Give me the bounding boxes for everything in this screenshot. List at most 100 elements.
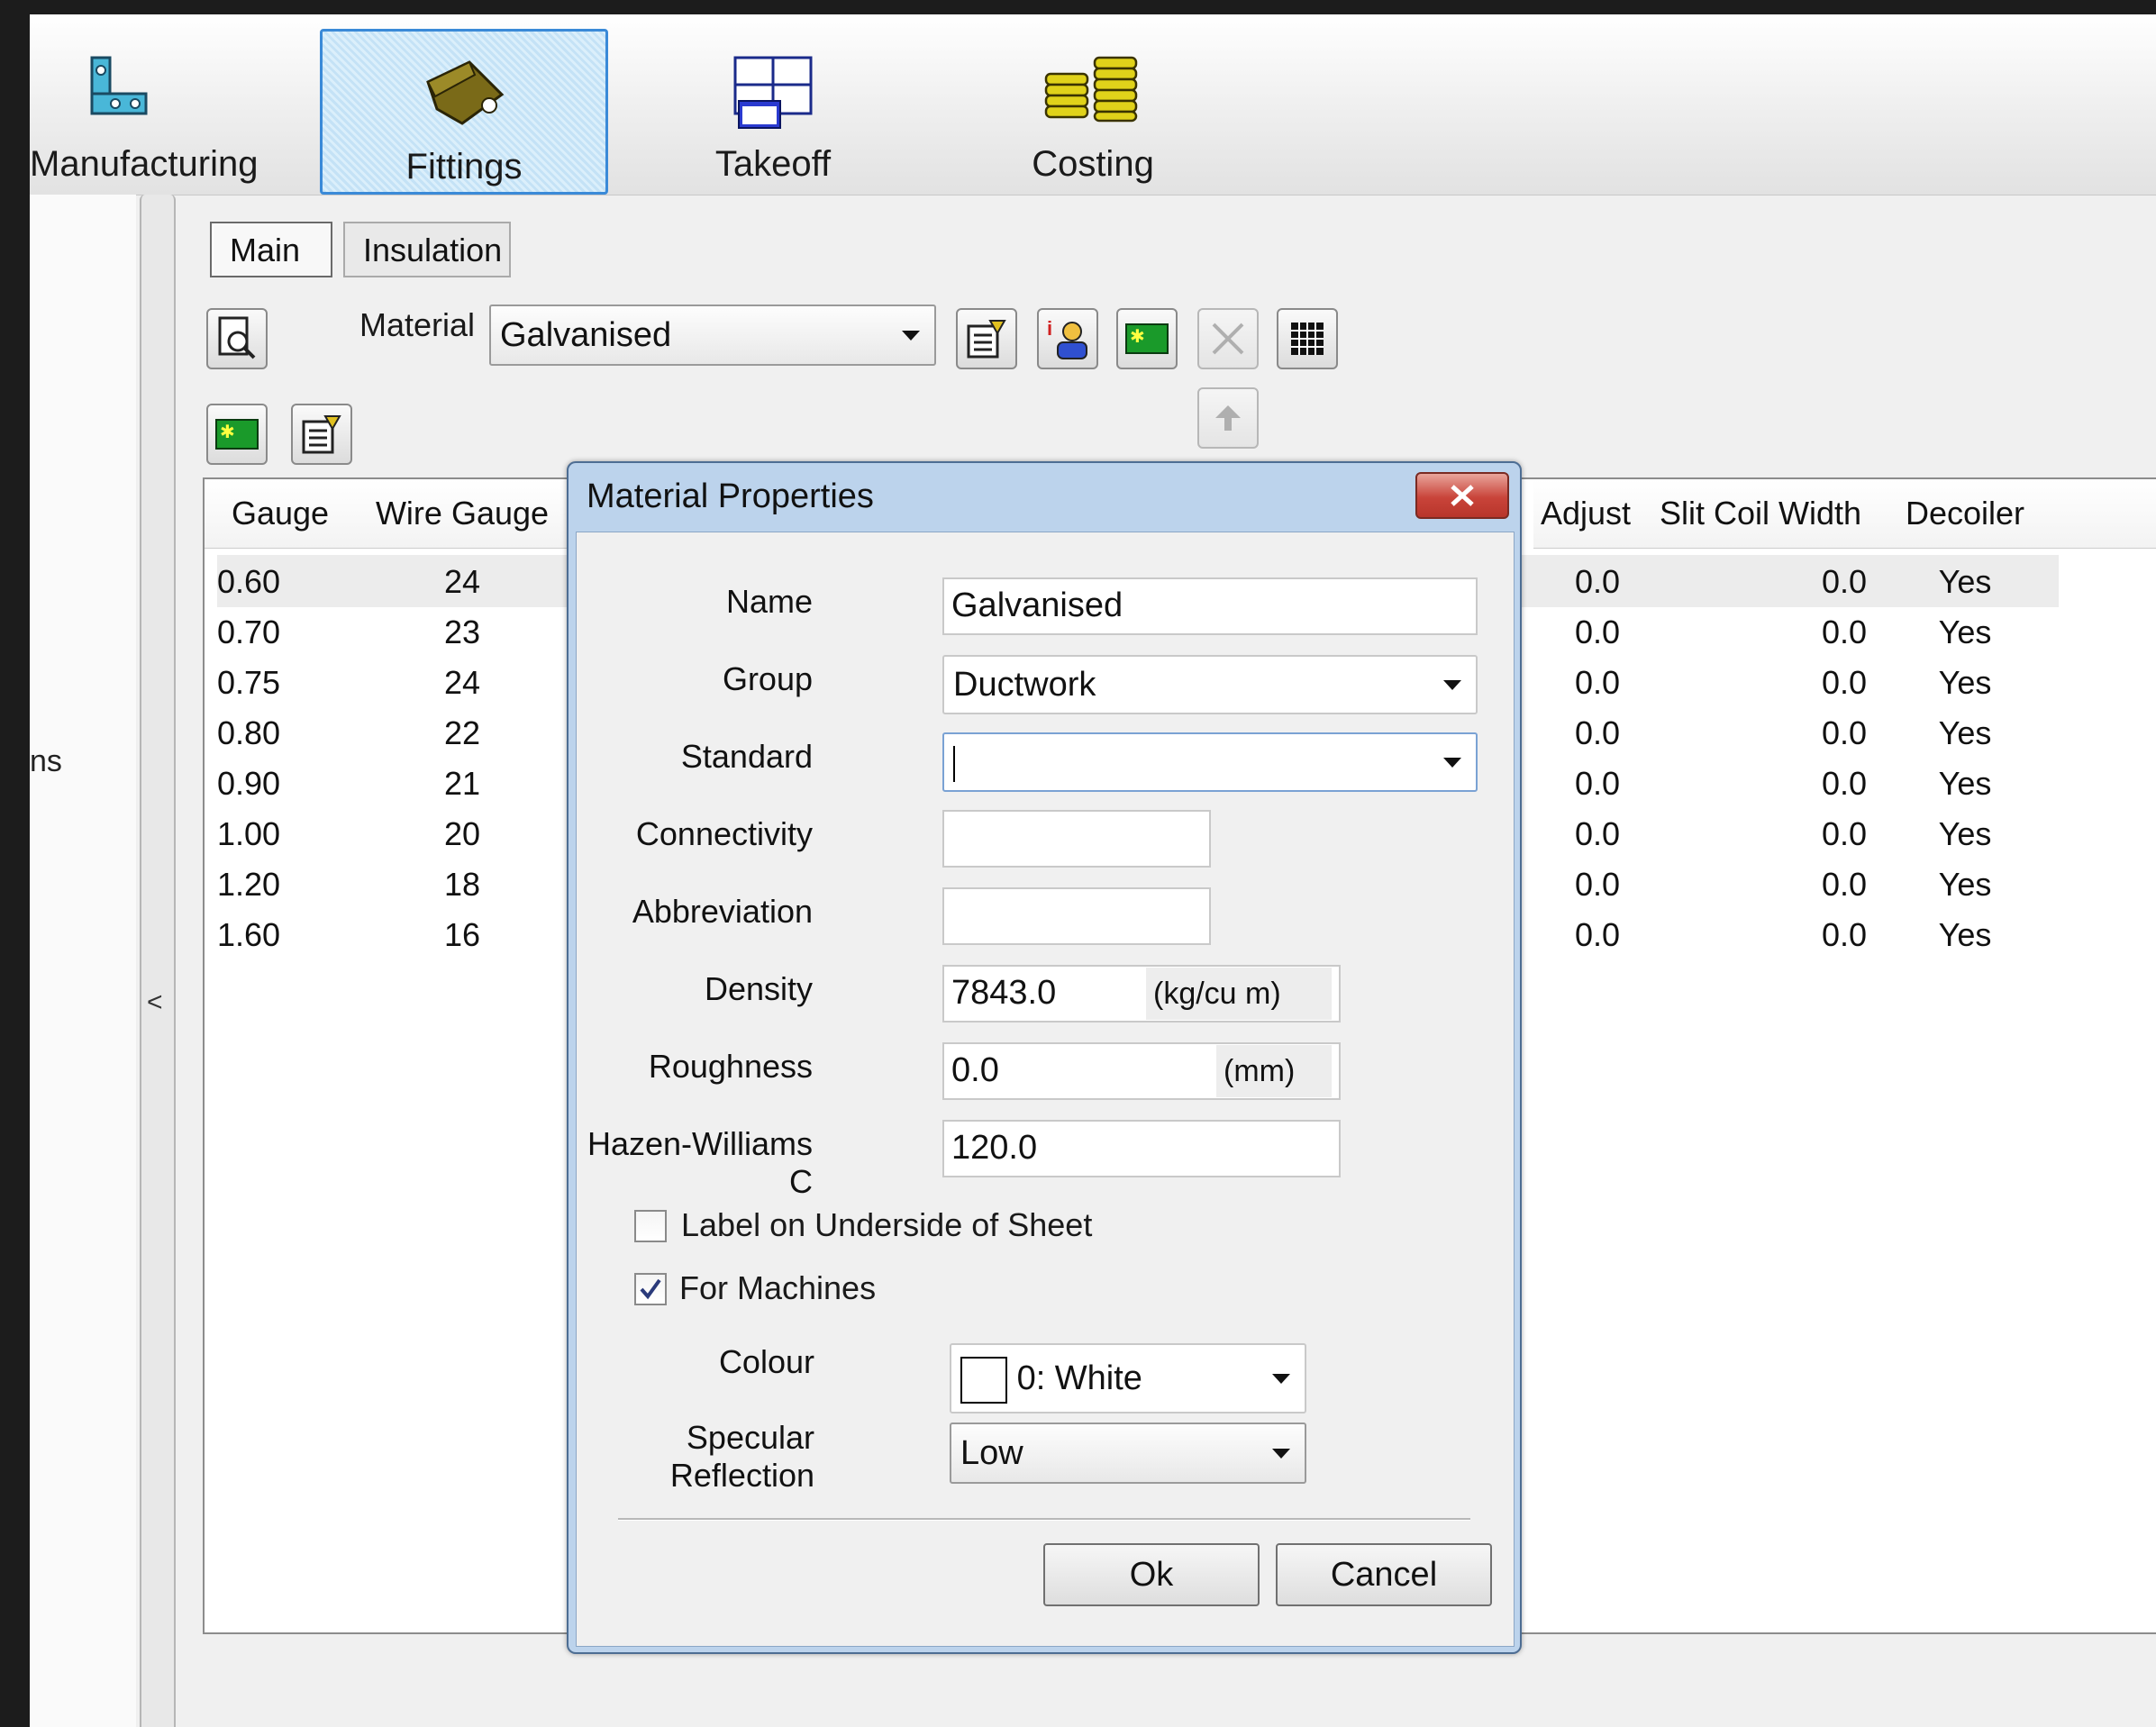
grid-icon: [1291, 323, 1324, 355]
cell-decoiler: Yes: [1938, 815, 1992, 852]
cell-wire: 24: [443, 563, 481, 600]
grid-view-button[interactable]: [1277, 308, 1338, 369]
colour-select[interactable]: 0: White: [950, 1343, 1306, 1413]
cell-gauge: 0.75: [217, 664, 281, 701]
column-header-adjust[interactable]: Adjust: [1533, 479, 1639, 549]
svg-text:i: i: [1047, 317, 1052, 340]
material-select[interactable]: Galvanised: [489, 304, 936, 366]
specular-label: Specular Reflection: [669, 1419, 814, 1494]
pane-splitter[interactable]: <: [140, 195, 176, 1727]
cell-decoiler: Yes: [1938, 765, 1992, 802]
abbreviation-field[interactable]: [942, 887, 1211, 945]
add-material-button[interactable]: ✱: [1116, 308, 1178, 369]
chevron-down-icon: [1443, 758, 1461, 768]
costing-label: Costing: [1032, 144, 1154, 184]
material-select-value: Galvanised: [500, 316, 672, 354]
cell-adjust: 0.0: [1574, 916, 1620, 953]
density-label: Density: [704, 970, 813, 1007]
text-caret: [953, 745, 955, 782]
chevron-down-icon: [902, 331, 920, 341]
chevron-down-icon: [1272, 1374, 1290, 1384]
arrow-up-icon: [1215, 405, 1241, 431]
fittings-button[interactable]: Fittings: [320, 29, 608, 195]
cell-gauge: 0.60: [217, 563, 281, 600]
ok-button[interactable]: Ok: [1043, 1543, 1260, 1606]
cell-decoiler: Yes: [1938, 664, 1992, 701]
delete-x-icon: [1212, 323, 1244, 355]
for-machines-checkbox[interactable]: [634, 1273, 667, 1305]
cell-adjust: 0.0: [1574, 866, 1620, 903]
svg-text:✱: ✱: [1130, 327, 1145, 347]
cell-gauge: 0.90: [217, 765, 281, 802]
cell-slit: 0.0: [1821, 866, 1867, 903]
label-underside-text: Label on Underside of Sheet: [681, 1206, 1093, 1243]
standard-select[interactable]: [942, 732, 1478, 792]
cell-slit: 0.0: [1821, 614, 1867, 650]
tab-insulation[interactable]: Insulation: [343, 222, 511, 277]
manufacturing-icon: [90, 56, 148, 115]
takeoff-label: Takeoff: [714, 144, 832, 184]
move-up-button[interactable]: [1197, 387, 1259, 449]
hazen-williams-field[interactable]: 120.0: [942, 1120, 1341, 1177]
specular-select-value: Low: [960, 1434, 1023, 1472]
column-header-slit-coil-width[interactable]: Slit Coil Width: [1638, 479, 1884, 549]
takeoff-button[interactable]: Takeoff: [660, 29, 886, 189]
connectivity-label: Connectivity: [635, 815, 813, 852]
dialog-title: Material Properties: [587, 477, 874, 515]
material-label: Material: [359, 306, 476, 343]
column-header-gauge[interactable]: Gauge: [205, 479, 357, 549]
cell-gauge: 1.20: [217, 866, 281, 903]
tab-main[interactable]: Main: [210, 222, 332, 277]
cell-decoiler: Yes: [1938, 916, 1992, 953]
for-machines-text: For Machines: [679, 1269, 877, 1306]
preview-button[interactable]: [206, 308, 268, 369]
delete-button[interactable]: [1197, 308, 1259, 369]
takeoff-icon: [733, 56, 813, 129]
nav-item-truncated[interactable]: ns: [30, 744, 62, 779]
standard-label: Standard: [680, 738, 813, 775]
cell-adjust: 0.0: [1574, 765, 1620, 802]
density-value: 7843.0: [951, 974, 1057, 1012]
cell-decoiler: Yes: [1938, 563, 1992, 600]
connectivity-field[interactable]: [942, 810, 1211, 868]
cell-decoiler: Yes: [1938, 614, 1992, 650]
properties-icon: [302, 415, 341, 454]
cell-slit: 0.0: [1821, 563, 1867, 600]
cell-adjust: 0.0: [1574, 563, 1620, 600]
user-info-button[interactable]: i: [1037, 308, 1098, 369]
cell-wire: 16: [443, 916, 481, 953]
column-header-decoiler[interactable]: Decoiler: [1883, 479, 2048, 549]
properties-icon: [967, 320, 1006, 359]
add-gauge-button[interactable]: ✱: [206, 404, 268, 465]
cancel-button[interactable]: Cancel: [1276, 1543, 1492, 1606]
group-select[interactable]: Ductwork: [942, 655, 1478, 714]
colour-label: Colour: [718, 1343, 814, 1380]
cell-adjust: 0.0: [1574, 714, 1620, 751]
cell-gauge: 0.80: [217, 714, 281, 751]
column-header-wire-gauge[interactable]: Wire Gauge: [356, 479, 569, 549]
close-icon: [1451, 485, 1474, 506]
collapse-chevron-icon[interactable]: <: [147, 987, 163, 1018]
manufacturing-button[interactable]: Manufacturing: [30, 29, 259, 189]
material-properties-dialog: Material Properties Name Galvanised Grou…: [567, 461, 1522, 1654]
cell-gauge: 1.60: [217, 916, 281, 953]
svg-text:✱: ✱: [220, 423, 235, 442]
name-field[interactable]: Galvanised: [942, 577, 1478, 635]
roughness-value: 0.0: [951, 1051, 999, 1089]
label-underside-checkbox[interactable]: [634, 1210, 667, 1242]
cell-adjust: 0.0: [1574, 815, 1620, 852]
material-properties-button[interactable]: [956, 308, 1017, 369]
cell-wire: 22: [443, 714, 481, 751]
gauge-properties-button[interactable]: [291, 404, 352, 465]
cell-adjust: 0.0: [1574, 614, 1620, 650]
close-button[interactable]: [1415, 472, 1509, 519]
separator: [618, 1518, 1470, 1521]
name-label: Name: [725, 583, 813, 620]
specular-select[interactable]: Low: [950, 1423, 1306, 1484]
costing-button[interactable]: Costing: [958, 29, 1228, 189]
manufacturing-label: Manufacturing: [30, 144, 259, 184]
new-item-icon: ✱: [1125, 323, 1169, 354]
checkmark-icon: [640, 1278, 661, 1300]
application-window: Manufacturing Fittings Takeoff Costing n…: [30, 14, 2156, 1727]
navigation-pane: ns: [30, 195, 136, 1727]
